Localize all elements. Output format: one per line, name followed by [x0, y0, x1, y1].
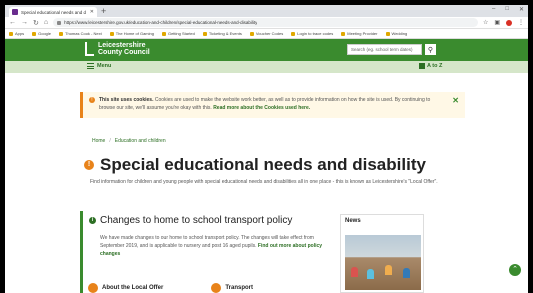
atoz-link[interactable]: A to Z: [419, 63, 442, 69]
breadcrumb-section[interactable]: Education and children: [115, 138, 166, 144]
url-text: https://www.leicestershire.gov.uk/educat…: [64, 20, 258, 25]
scroll-to-top-button[interactable]: ⌃: [509, 264, 521, 276]
search-icon[interactable]: ⚲: [425, 44, 436, 55]
bookmarks-bar: Apps Google Thomas Cook - Next The Home …: [5, 29, 528, 39]
atoz-icon: [419, 63, 425, 69]
image-figure: [403, 268, 410, 278]
news-title: News: [345, 218, 361, 224]
logo-mark-icon: [85, 42, 94, 56]
bookmark-item[interactable]: Voucher Codes: [249, 31, 283, 36]
bookmark-icon: [109, 31, 114, 36]
site-header: Leicestershire County Council Search (eg…: [5, 39, 528, 61]
alert-icon: !: [89, 97, 95, 103]
star-icon[interactable]: ☆: [483, 19, 488, 26]
bookmark-icon: [32, 31, 37, 36]
image-figure: [367, 269, 374, 279]
bookmark-icon: [202, 31, 207, 36]
bookmark-item[interactable]: Apps: [9, 31, 24, 36]
bookmark-icon: [161, 31, 166, 36]
search-input[interactable]: Search (eg. school term dates): [347, 44, 422, 55]
bookmark-item[interactable]: Login to trace codes: [291, 31, 333, 36]
bookmark-icon: [249, 31, 254, 36]
menu-bar: Menu A to Z: [5, 61, 528, 73]
extension-icon[interactable]: ▣: [494, 19, 500, 26]
bookmark-icon: [341, 31, 346, 36]
address-bar[interactable]: https://www.leicestershire.gov.uk/educat…: [53, 18, 478, 27]
bookmark-icon: [59, 31, 64, 36]
logo-line1: Leicestershire: [98, 42, 146, 49]
classroom-image[interactable]: [345, 235, 421, 290]
bookmark-icon: [291, 31, 296, 36]
bookmark-item[interactable]: The Home of Gaming: [109, 31, 154, 36]
info-icon: i: [89, 217, 96, 224]
policy-title: Changes to home to school transport poli…: [100, 215, 293, 226]
tab-strip: Special educational needs and d ✕ + – □ …: [5, 5, 528, 17]
extensions: ☆ ▣ ⋮: [483, 19, 524, 26]
bookmark-item[interactable]: Google: [32, 31, 51, 36]
image-figure: [351, 267, 358, 277]
page-heading: ! Special educational needs and disabili…: [84, 155, 426, 175]
transport-icon: [211, 283, 222, 293]
bookmark-item[interactable]: Getting Started: [161, 31, 195, 36]
logo-line2: County Council: [98, 49, 150, 56]
more-icon[interactable]: ⋮: [518, 19, 524, 26]
bottom-cards: About the Local Offer Transport: [88, 283, 253, 293]
council-logo[interactable]: Leicestershire County Council: [85, 42, 150, 56]
bookmark-item[interactable]: Thomas Cook - Next: [59, 31, 102, 36]
bookmark-item[interactable]: Meeting Provider: [341, 31, 378, 36]
info-icon: !: [84, 160, 94, 170]
menu-button[interactable]: Menu: [87, 63, 111, 69]
bookmark-item[interactable]: Wedding: [385, 31, 407, 36]
card-transport[interactable]: Transport: [211, 283, 253, 293]
bookmark-icon: [9, 31, 13, 36]
close-window-button[interactable]: ✕: [519, 6, 524, 13]
window-controls: – □ ✕: [492, 6, 524, 13]
tab-close-icon[interactable]: ✕: [90, 9, 94, 15]
breadcrumb-separator: /: [109, 138, 111, 144]
tab-title: Special educational needs and d: [21, 9, 87, 15]
intro-text: Find information for children and young …: [90, 179, 438, 185]
profile-icon[interactable]: [506, 19, 512, 26]
breadcrumb: Home / Education and children: [92, 138, 166, 144]
home-icon[interactable]: ⌂: [44, 19, 48, 26]
card-local-offer[interactable]: About the Local Offer: [88, 283, 163, 293]
hamburger-icon: [87, 63, 94, 69]
bookmark-item[interactable]: Ticketing & Events: [202, 31, 242, 36]
cookie-banner: ! This site uses cookies. Cookies are us…: [80, 92, 465, 118]
bookmark-icon: [385, 31, 390, 36]
image-figure: [385, 265, 392, 275]
lock-icon: [57, 20, 62, 25]
page-title: Special educational needs and disability: [100, 155, 426, 174]
minimize-button[interactable]: –: [492, 6, 495, 13]
menu-label: Menu: [97, 63, 112, 69]
site-favicon-icon: [12, 9, 18, 15]
cookie-read-more-link[interactable]: Read more about the Cookies used here.: [213, 105, 310, 111]
reload-icon[interactable]: ↻: [33, 19, 39, 27]
news-panel: News: [340, 214, 424, 293]
browser-toolbar: ← → ↻ ⌂ https://www.leicestershire.gov.u…: [5, 17, 528, 29]
local-offer-icon: [88, 283, 98, 293]
forward-icon[interactable]: →: [21, 19, 28, 26]
new-tab-button[interactable]: +: [101, 6, 106, 16]
policy-panel: i Changes to home to school transport po…: [80, 211, 330, 293]
maximize-button[interactable]: □: [505, 6, 509, 13]
back-icon[interactable]: ←: [9, 19, 16, 26]
breadcrumb-home[interactable]: Home: [92, 138, 105, 144]
policy-text: We have made changes to our home to scho…: [100, 235, 323, 257]
browser-tab[interactable]: Special educational needs and d ✕: [9, 7, 97, 17]
cookie-message: This site uses cookies. Cookies are used…: [99, 97, 431, 111]
close-icon[interactable]: ✕: [452, 96, 459, 114]
